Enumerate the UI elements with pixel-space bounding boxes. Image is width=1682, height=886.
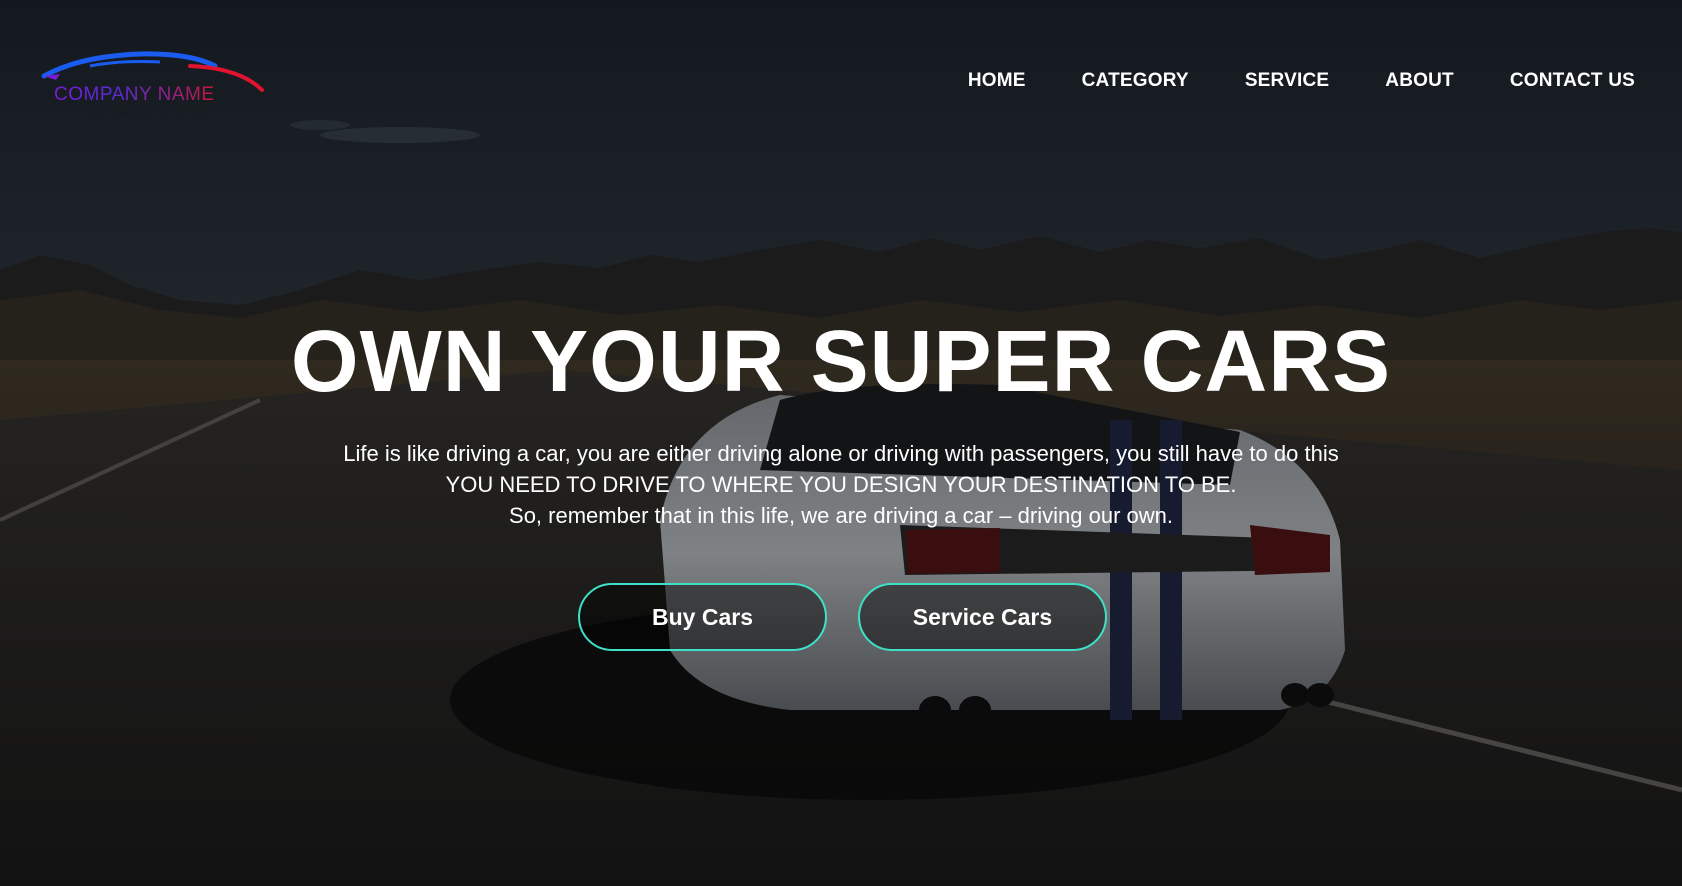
nav-home[interactable]: HOME	[968, 70, 1026, 92]
buy-cars-button[interactable]: Buy Cars	[578, 583, 827, 651]
hero-section: COMPANY NAME SLOGAN HERE HOME CATEGORY S…	[0, 0, 1682, 886]
hero-title: OWN YOUR SUPER CARS	[290, 313, 1392, 410]
nav-contact-us[interactable]: CONTACT US	[1510, 70, 1635, 92]
company-logo[interactable]: COMPANY NAME SLOGAN HERE	[40, 50, 270, 120]
nav-about[interactable]: ABOUT	[1385, 70, 1454, 92]
nav-service[interactable]: SERVICE	[1245, 70, 1329, 92]
main-nav: HOME CATEGORY SERVICE ABOUT CONTACT US	[968, 70, 1635, 92]
nav-category[interactable]: CATEGORY	[1082, 70, 1189, 92]
hero-description-line-1: Life is like driving a car, you are eith…	[343, 441, 1339, 466]
hero-description: Life is like driving a car, you are eith…	[0, 438, 1682, 531]
hero-cta-group: Buy Cars Service Cars	[578, 583, 1107, 651]
hero-description-line-3: So, remember that in this life, we are d…	[509, 503, 1173, 528]
logo-slogan: SLOGAN HERE	[88, 107, 212, 116]
hero-description-line-2: YOU NEED TO DRIVE TO WHERE YOU DESIGN YO…	[445, 472, 1237, 497]
service-cars-button[interactable]: Service Cars	[858, 583, 1107, 651]
logo-company-name: COMPANY NAME	[54, 84, 215, 105]
